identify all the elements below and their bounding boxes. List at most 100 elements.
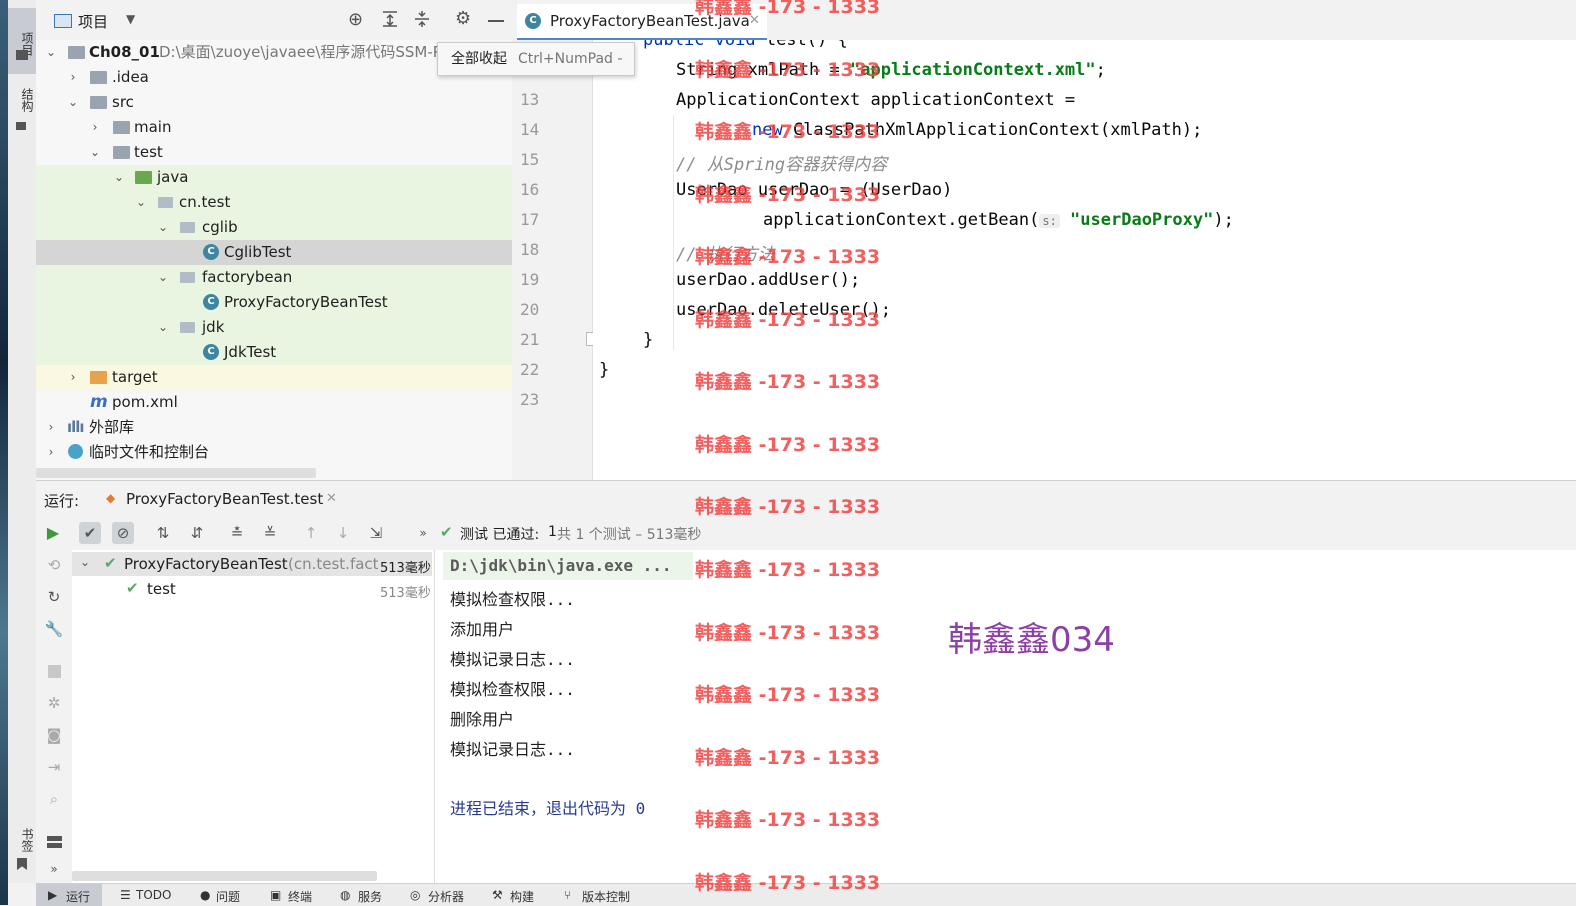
chevron-right-icon[interactable]: ›	[66, 65, 80, 90]
line-number: 18	[520, 240, 540, 259]
tree-item-src[interactable]: ⌄ src	[36, 90, 512, 115]
chevron-right-icon[interactable]: ›	[44, 415, 58, 440]
project-panel-title[interactable]: 项目	[78, 11, 108, 32]
code-comment: // 执行方法	[676, 245, 775, 265]
tab-run[interactable]: 运行	[66, 888, 90, 905]
structure-icon	[16, 122, 26, 130]
import-tests-icon[interactable]: ⇲	[365, 522, 387, 544]
locate-icon[interactable]: ⊕	[348, 9, 363, 30]
folder-icon	[113, 146, 130, 159]
package-icon	[180, 222, 195, 233]
arrow-down-icon[interactable]: ↓	[332, 522, 354, 544]
chevron-right-icon[interactable]: ›	[66, 365, 80, 390]
tab-build[interactable]: 构建	[510, 888, 534, 905]
gear-icon[interactable]: ⚙	[455, 8, 471, 29]
tree-item-cn-test[interactable]: ⌄ cn.test	[36, 190, 512, 215]
tree-item-proxyfactorybeantest[interactable]: C ProxyFactoryBeanTest	[36, 290, 512, 315]
more-icon[interactable]: »	[43, 858, 65, 880]
test-row-method[interactable]: ✔ test 513毫秒	[72, 577, 432, 601]
collapse-all-icon[interactable]	[414, 10, 430, 28]
code-text: applicationContext.getBean(	[763, 210, 1040, 230]
run-config-icon: ◆	[106, 491, 116, 505]
pass-check-icon: ✔	[126, 579, 139, 597]
tab-terminal[interactable]: 终端	[288, 888, 312, 905]
tree-item-cglibtest[interactable]: C CglibTest	[36, 240, 512, 265]
run-toolbar: ▶ ✔ ⊘ ⇅ ⇵ ≛ ≚ ↑ ↓ ⇲ » ✔ 测试 已通过: 1 共 1 个测…	[36, 516, 1576, 551]
tab-bookmarks-label: 书签	[20, 828, 34, 852]
close-icon[interactable]: ✕	[749, 4, 760, 38]
test-row-class[interactable]: ⌄ ✔ ProxyFactoryBeanTest (cn.test.factor…	[72, 552, 432, 576]
test-results-tree: ⌄ ✔ ProxyFactoryBeanTest (cn.test.factor…	[72, 550, 435, 883]
minimize-icon[interactable]	[488, 20, 504, 22]
toggle-auto-test-icon[interactable]: ↻	[43, 586, 65, 608]
tab-profiler[interactable]: 分析器	[428, 888, 464, 905]
tree-item-label: target	[112, 368, 158, 386]
rerun-failed-icon[interactable]: ⟲	[43, 554, 65, 576]
tree-item-scratches[interactable]: › 临时文件和控制台	[36, 440, 512, 465]
tree-item-label: ProxyFactoryBeanTest	[224, 293, 388, 311]
arrow-up-icon[interactable]: ↑	[300, 522, 322, 544]
dump-threads-icon[interactable]: ✲	[43, 692, 65, 714]
tree-item-test[interactable]: ⌄ test	[36, 140, 512, 165]
expand-all-icon[interactable]: ≛	[226, 522, 248, 544]
tree-item-target[interactable]: › target	[36, 365, 512, 390]
tree-item-external-libraries[interactable]: › ıllı 外部库	[36, 415, 512, 440]
rerun-icon[interactable]: ▶	[42, 522, 64, 544]
tab-problems[interactable]: 问题	[216, 888, 240, 905]
console-output[interactable]: D:\jdk\bin\java.exe ... 模拟检查权限... 添加用户 模…	[435, 550, 1576, 883]
show-ignored-icon[interactable]: ⊘	[112, 522, 134, 544]
close-icon[interactable]: ✕	[326, 491, 337, 506]
chevron-down-icon[interactable]: ⌄	[156, 215, 170, 240]
tab-bookmarks[interactable]: 书签	[8, 825, 36, 855]
search-icon[interactable]: ⌕	[43, 788, 65, 810]
wrench-icon[interactable]: 🔧	[43, 618, 65, 640]
run-side-toolbar: ⟲ ↻ 🔧 ✲ ◙ ⇥ ⌕ »	[36, 550, 73, 883]
tree-item-java[interactable]: ⌄ java	[36, 165, 512, 190]
more-icon[interactable]: »	[412, 522, 434, 544]
tab-structure[interactable]: 结构	[8, 80, 36, 120]
horizontal-scrollbar[interactable]	[36, 468, 316, 478]
chevron-down-icon[interactable]: ⌄	[44, 40, 58, 65]
collapse-all-icon[interactable]: ≚	[259, 522, 281, 544]
tab-todo[interactable]: TODO	[136, 888, 171, 902]
chevron-down-icon[interactable]: ⌄	[80, 555, 90, 569]
tree-item-cglib[interactable]: ⌄ cglib	[36, 215, 512, 240]
code-string: "userDaoProxy"	[1070, 210, 1214, 230]
chevron-down-icon[interactable]: ⌄	[88, 140, 102, 165]
tab-proxyfactorybeantest-java[interactable]: C ProxyFactoryBeanTest.java ✕	[517, 4, 767, 41]
test-class-package: (cn.test.factory	[288, 555, 378, 573]
project-tree: ⌄ Ch08_01 D:\桌面\zuoye\javaee\程序源代码SSM-P …	[36, 40, 512, 480]
tree-item-pom[interactable]: m pom.xml	[36, 390, 512, 415]
layout-icon[interactable]	[47, 836, 62, 848]
expand-all-icon[interactable]	[382, 10, 398, 28]
chevron-down-icon[interactable]: ⌄	[156, 315, 170, 340]
chevron-down-icon[interactable]: ⌄	[134, 190, 148, 215]
tab-project[interactable]: 项目	[8, 8, 36, 74]
tree-item-jdktest[interactable]: C JdkTest	[36, 340, 512, 365]
camera-icon[interactable]: ◙	[43, 724, 65, 746]
line-number: 13	[520, 90, 540, 109]
tree-item-factorybean[interactable]: ⌄ factorybean	[36, 265, 512, 290]
sort-alpha-icon[interactable]: ⇅	[152, 522, 174, 544]
code-editor[interactable]: public void test() { String xmlPath = "a…	[593, 40, 1576, 480]
exit-icon[interactable]: ⇥	[43, 756, 65, 778]
chevron-right-icon[interactable]: ›	[88, 115, 102, 140]
chevron-down-icon[interactable]: ⌄	[112, 165, 126, 190]
chevron-down-icon[interactable]: ⌄	[66, 90, 80, 115]
show-passed-icon[interactable]: ✔	[79, 522, 101, 544]
stop-icon[interactable]	[48, 665, 61, 678]
run-tab[interactable]: ◆ ProxyFactoryBeanTest.test ✕	[100, 485, 346, 520]
chevron-right-icon[interactable]: ›	[44, 440, 58, 465]
chevron-down-icon[interactable]: ▼	[126, 12, 135, 26]
tab-vcs[interactable]: 版本控制	[582, 888, 630, 905]
console-exit-line: 进程已结束，退出代码为 0	[450, 799, 646, 818]
tree-item-jdk[interactable]: ⌄ jdk	[36, 315, 512, 340]
sort-duration-icon[interactable]: ⇵	[186, 522, 208, 544]
console-line: 模拟检查权限...	[450, 680, 575, 699]
chevron-down-icon[interactable]: ⌄	[156, 265, 170, 290]
tree-item-label: pom.xml	[112, 393, 178, 411]
tree-item-main[interactable]: › main	[36, 115, 512, 140]
tab-services[interactable]: 服务	[358, 888, 382, 905]
horizontal-scrollbar[interactable]	[72, 871, 377, 881]
test-class-name: ProxyFactoryBeanTest	[124, 555, 288, 573]
